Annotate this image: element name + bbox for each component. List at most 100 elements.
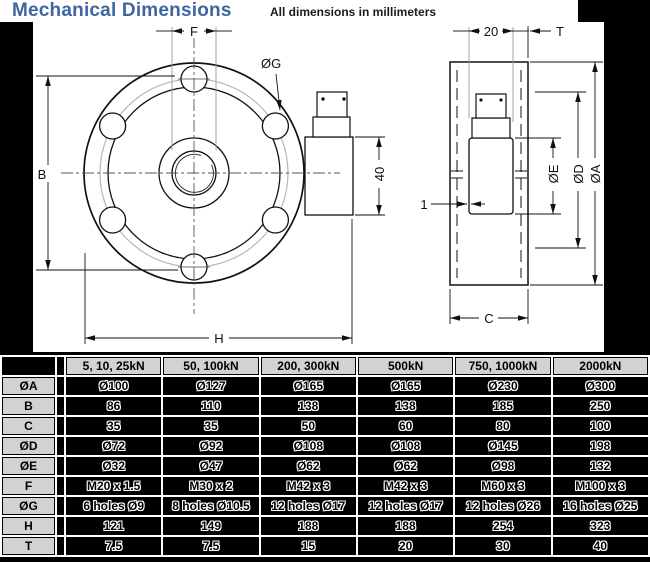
connector-base-side xyxy=(472,118,510,138)
dimension-cell: Ø108 xyxy=(358,437,453,455)
row-label: ØA xyxy=(2,377,55,395)
dimension-cell: 30 xyxy=(455,537,550,555)
row-label: F xyxy=(2,477,55,495)
dimension-cell: 35 xyxy=(66,417,161,435)
dimension-cell: Ø300 xyxy=(553,377,648,395)
dimension-cell: 16 holes Ø25 xyxy=(553,497,648,515)
dimension-cell: Ø145 xyxy=(455,437,550,455)
connector-pin-dot xyxy=(479,98,482,101)
table-row: ØG6 holes Ø98 holes Ø10.512 holes Ø1712 … xyxy=(2,497,648,515)
dim-label-h: H xyxy=(214,331,223,346)
dimension-cell: 132 xyxy=(553,457,648,475)
connector-plug-side xyxy=(476,94,506,118)
column-header: 50, 100kN xyxy=(163,357,258,375)
column-header: 200, 300kN xyxy=(261,357,356,375)
dimension-cell: 6 holes Ø9 xyxy=(66,497,161,515)
datasheet-page: Mechanical Dimensions All dimensions in … xyxy=(0,0,650,562)
dimension-cell: 250 xyxy=(553,397,648,415)
column-header: 750, 1000kN xyxy=(455,357,550,375)
table-row: ØAØ100Ø127Ø165Ø165Ø230Ø300 xyxy=(2,377,648,395)
dimension-cell: Ø100 xyxy=(66,377,161,395)
page-title: Mechanical Dimensions xyxy=(12,0,232,22)
dim-label-t: T xyxy=(556,24,564,39)
row-label: C xyxy=(2,417,55,435)
dimension-cell: 12 holes Ø17 xyxy=(261,497,356,515)
dimension-cell: 15 xyxy=(261,537,356,555)
dimension-cell: 149 xyxy=(163,517,258,535)
table-row: FM20 x 1.5M30 x 2M42 x 3M42 x 3M60 x 3M1… xyxy=(2,477,648,495)
dimension-cell: 12 holes Ø17 xyxy=(358,497,453,515)
dimension-cell: 110 xyxy=(163,397,258,415)
dimension-cell: 80 xyxy=(455,417,550,435)
dimension-cell: Ø230 xyxy=(455,377,550,395)
table-row: ØDØ72Ø92Ø108Ø108Ø145198 xyxy=(2,437,648,455)
dim-label-f: F xyxy=(190,24,198,39)
dimension-cell: Ø127 xyxy=(163,377,258,395)
dimension-cell: 323 xyxy=(553,517,648,535)
dimension-cell: 86 xyxy=(66,397,161,415)
dimension-cell: 198 xyxy=(553,437,648,455)
dimension-cell: Ø165 xyxy=(358,377,453,395)
dimension-cell: M30 x 2 xyxy=(163,477,258,495)
table-row: T7.57.515203040 xyxy=(2,537,648,555)
spacer-cell xyxy=(57,477,64,495)
mechanical-drawing: F ØG B 40 H 20 T 1 C ØE ØD ØA xyxy=(33,22,604,352)
dimension-cell: 50 xyxy=(261,417,356,435)
row-label: B xyxy=(2,397,55,415)
title-bar: Mechanical Dimensions All dimensions in … xyxy=(0,0,578,22)
page-subtitle: All dimensions in millimeters xyxy=(270,5,436,19)
spacer-cell xyxy=(57,417,64,435)
dimension-cell: 35 xyxy=(163,417,258,435)
dimension-cell: 20 xyxy=(358,537,453,555)
spacer-cell xyxy=(57,517,64,535)
dim-label-1: 1 xyxy=(420,197,427,212)
dimension-cell: 7.5 xyxy=(66,537,161,555)
dimension-cell: M42 x 3 xyxy=(261,477,356,495)
dimension-cell: M42 x 3 xyxy=(358,477,453,495)
dimension-cell: 40 xyxy=(553,537,648,555)
dim-label-b: B xyxy=(38,167,47,182)
table-row: H121149188188254323 xyxy=(2,517,648,535)
row-label: T xyxy=(2,537,55,555)
dim-label-od: ØD xyxy=(571,164,586,184)
column-header: 2000kN xyxy=(553,357,648,375)
dimensions-table: 5, 10, 25kN50, 100kN200, 300kN500kN750, … xyxy=(0,355,650,557)
dimension-cell: 188 xyxy=(358,517,453,535)
dimension-cell: 100 xyxy=(553,417,648,435)
dim-label-40: 40 xyxy=(372,167,387,181)
dimension-cell: M100 x 3 xyxy=(553,477,648,495)
connector-pin-dot xyxy=(321,97,324,100)
spacer-cell xyxy=(57,457,64,475)
row-label: ØE xyxy=(2,457,55,475)
dimension-cell: 185 xyxy=(455,397,550,415)
side-view xyxy=(450,62,528,285)
header-row: 5, 10, 25kN50, 100kN200, 300kN500kN750, … xyxy=(2,357,648,375)
dim-label-oe: ØE xyxy=(546,164,561,183)
row-label: H xyxy=(2,517,55,535)
dimension-cell: 121 xyxy=(66,517,161,535)
dimension-cell: 138 xyxy=(358,397,453,415)
dimension-cell: Ø165 xyxy=(261,377,356,395)
dimension-cell: 12 holes Ø26 xyxy=(455,497,550,515)
table-row: B86110138138185250 xyxy=(2,397,648,415)
drawing-panel: F ØG B 40 H 20 T 1 C ØE ØD ØA xyxy=(33,22,604,352)
column-header: 500kN xyxy=(358,357,453,375)
dimensions-table-wrap: 5, 10, 25kN50, 100kN200, 300kN500kN750, … xyxy=(0,355,650,557)
table-row: C3535506080100 xyxy=(2,417,648,435)
row-label: ØG xyxy=(2,497,55,515)
spacer-cell xyxy=(57,397,64,415)
column-header: 5, 10, 25kN xyxy=(66,357,161,375)
dimension-cell: 7.5 xyxy=(163,537,258,555)
cable-connector-block xyxy=(305,137,353,215)
dim-label-og: ØG xyxy=(261,56,281,71)
dimension-cell: M60 x 3 xyxy=(455,477,550,495)
dimension-cell: 188 xyxy=(261,517,356,535)
spacer-cell xyxy=(57,357,64,375)
dimension-cell: Ø108 xyxy=(261,437,356,455)
dim-label-20: 20 xyxy=(484,24,498,39)
connector-pin-dot xyxy=(342,97,345,100)
dimension-cell: Ø72 xyxy=(66,437,161,455)
front-view xyxy=(61,36,353,314)
connector-base xyxy=(313,117,350,137)
connector-plug xyxy=(317,92,347,117)
